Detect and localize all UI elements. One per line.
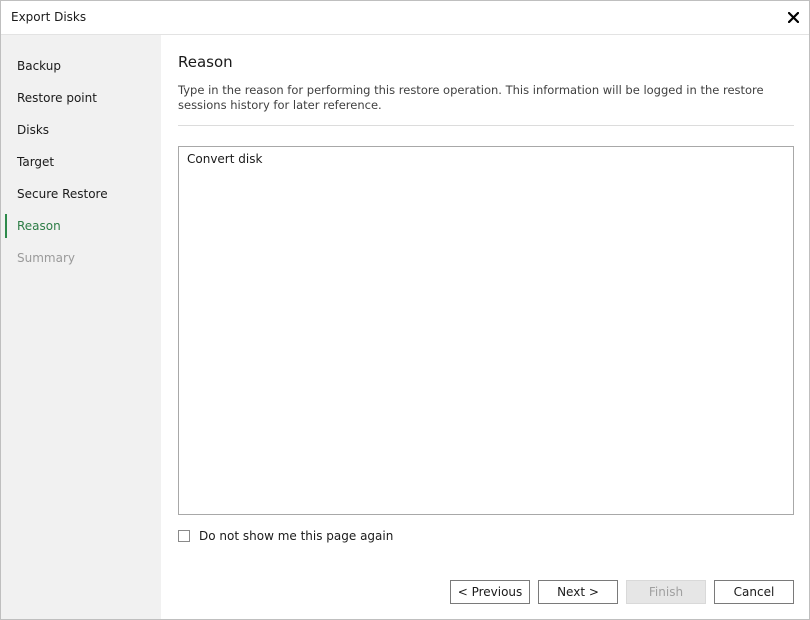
next-button[interactable]: Next > (538, 580, 618, 604)
header-divider (178, 125, 794, 126)
export-disks-dialog: Export Disks Backup Restore point Disks … (0, 0, 810, 620)
step-disks[interactable]: Disks (1, 118, 161, 142)
step-backup[interactable]: Backup (1, 54, 161, 78)
page-description: Type in the reason for performing this r… (178, 83, 764, 112)
page-title: Reason (178, 53, 233, 71)
main-panel: Reason Type in the reason for performing… (162, 35, 809, 619)
step-reason[interactable]: Reason (1, 214, 161, 238)
title-bar: Export Disks (1, 1, 809, 35)
reason-input[interactable] (178, 146, 794, 515)
finish-button: Finish (626, 580, 706, 604)
do-not-show-again-option[interactable]: Do not show me this page again (178, 528, 393, 544)
step-secure-restore[interactable]: Secure Restore (1, 182, 161, 206)
step-summary: Summary (17, 251, 75, 265)
close-button[interactable] (783, 7, 803, 27)
step-target[interactable]: Target (1, 150, 161, 174)
do-not-show-again-label: Do not show me this page again (199, 529, 394, 543)
dialog-title: Export Disks (11, 10, 87, 24)
do-not-show-again-checkbox[interactable] (178, 530, 190, 542)
close-icon (787, 11, 799, 23)
cancel-button[interactable]: Cancel (714, 580, 794, 604)
wizard-steps-sidebar: Backup Restore point Disks Target Secure… (1, 35, 161, 619)
previous-button[interactable]: < Previous (450, 580, 530, 604)
step-restore-point[interactable]: Restore point (1, 86, 161, 110)
